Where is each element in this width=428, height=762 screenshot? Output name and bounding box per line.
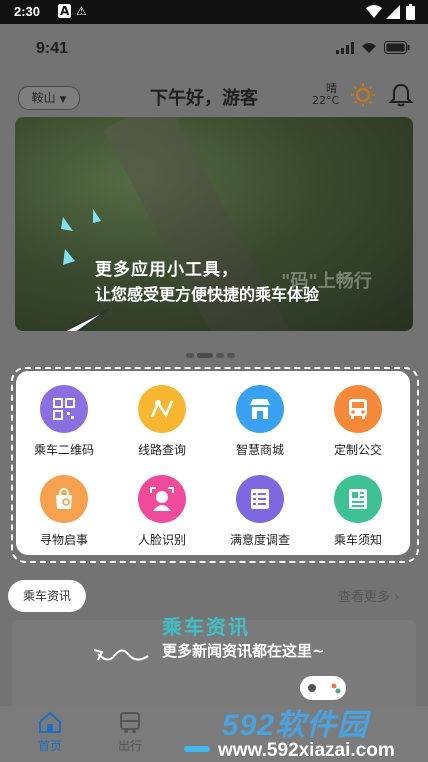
services-grid: 乘车二维码 线路查询 智慧商城 定制公交 寻物启事 人脸识别 满意度调查 乘车须…: [16, 371, 410, 555]
banner-pagination: [186, 343, 238, 362]
map-route-icon: [138, 385, 186, 433]
survey-icon: [236, 475, 284, 523]
center-tab-indicator: [184, 746, 210, 752]
service-label: 寻物启事: [39, 533, 88, 547]
tab-label: 出行: [117, 739, 142, 753]
bus-icon: [120, 712, 140, 733]
service-qr-code[interactable]: 乘车二维码: [16, 385, 112, 458]
battery-icon: [406, 4, 415, 20]
view-more-label: 查看更多: [338, 590, 391, 605]
tab-home[interactable]: 首页: [20, 710, 80, 754]
page-dot: [186, 353, 194, 358]
service-face-recognition[interactable]: 人脸识别: [114, 475, 210, 548]
signal-icon: [386, 5, 400, 19]
service-label: 智慧商城: [235, 443, 284, 457]
shop-icon: [236, 385, 284, 433]
service-label: 乘车二维码: [33, 443, 94, 457]
news-section-tag: 乘车资讯: [8, 580, 86, 612]
service-riding-notice[interactable]: 乘车须知: [310, 475, 406, 548]
city-label: 鞍山: [31, 91, 56, 105]
doodle-arrow-icon: [93, 649, 149, 661]
service-label: 乘车须知: [333, 533, 382, 547]
cellular-icon: [336, 42, 354, 54]
home-icon: [39, 711, 61, 733]
view-more-link[interactable]: 查看更多 ›: [338, 586, 399, 605]
paper-plane-icon: [63, 308, 110, 331]
news-title: 乘车资讯: [162, 615, 250, 639]
service-label: 定制公交: [333, 443, 382, 457]
news-subtitle: 更多新闻资讯都在这里~: [162, 642, 325, 660]
bag-search-icon: [40, 475, 88, 523]
bus-icon: [334, 385, 382, 433]
qr-code-icon: [40, 385, 88, 433]
service-label: 人脸识别: [137, 533, 186, 547]
a-icon: A: [58, 4, 72, 18]
page-dot-active: [197, 353, 213, 358]
system-time: 2:30: [14, 4, 41, 19]
tab-label: 首页: [37, 739, 62, 753]
banner-line-1: 更多应用小工具，: [95, 260, 239, 280]
service-label: 满意度调查: [229, 533, 290, 547]
chevron-down-icon: ▼: [59, 95, 67, 105]
battery-icon: [384, 41, 410, 54]
service-label: 线路查询: [137, 443, 186, 457]
ios-time: 9:41: [36, 40, 69, 57]
page-dot: [227, 353, 235, 358]
sun-icon: [351, 83, 375, 107]
greeting-title: 下午好，游客: [150, 88, 258, 109]
app-screen: 9:41 鞍山 ▼ 下午好，游客 晴 22°C "码"上畅行 更多应用小工具， …: [0, 24, 428, 762]
system-status-bar: 2:30 A ⚠: [0, 0, 428, 24]
promo-banner[interactable]: "码"上畅行 更多应用小工具， 让您感受更方便快捷的乘车体验: [15, 117, 413, 331]
watermark-url: www.592xiazai.com: [218, 740, 395, 761]
tab-travel[interactable]: 出行: [100, 710, 160, 754]
face-scan-icon: [138, 475, 186, 523]
bell-icon[interactable]: [388, 82, 414, 108]
watermark-brand: 592软件园: [222, 709, 369, 742]
wifi-icon: [362, 43, 376, 53]
wifi-icon: [366, 5, 382, 18]
service-route-query[interactable]: 线路查询: [114, 385, 210, 458]
notice-icon: [334, 475, 382, 523]
warning-icon: ⚠: [76, 4, 87, 18]
service-satisfaction-survey[interactable]: 满意度调查: [212, 475, 308, 548]
service-lost-found[interactable]: 寻物启事: [16, 475, 112, 548]
city-selector[interactable]: 鞍山 ▼: [18, 86, 80, 110]
service-smart-mall[interactable]: 智慧商城: [212, 385, 308, 458]
service-custom-bus[interactable]: 定制公交: [310, 385, 406, 458]
page-dot: [216, 353, 224, 358]
weather-temperature: 22°C: [312, 94, 340, 107]
chevron-right-icon: ›: [394, 590, 400, 605]
banner-line-2: 让您感受更方便快捷的乘车体验: [95, 285, 320, 304]
